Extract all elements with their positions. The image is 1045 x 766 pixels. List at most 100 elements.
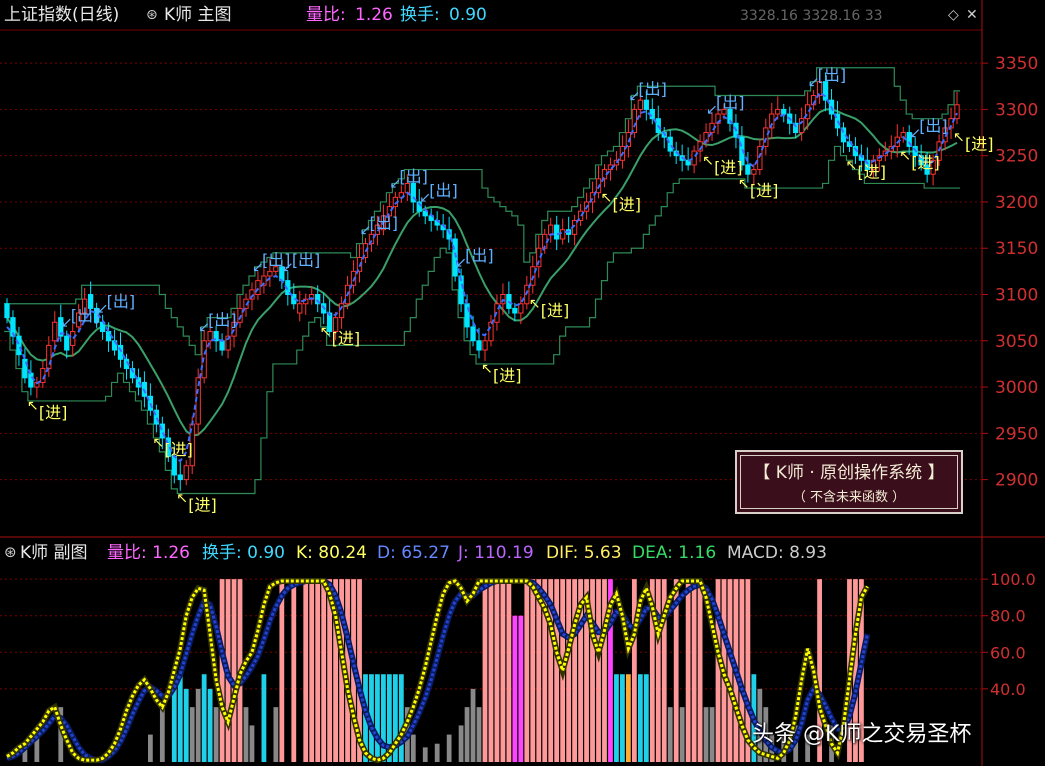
sub-bar xyxy=(643,674,649,762)
buy-arrow-icon: ↖ xyxy=(320,324,332,340)
sub-bar xyxy=(614,674,619,762)
candle-body xyxy=(267,270,273,277)
sub-bar xyxy=(279,579,285,762)
sub-bar xyxy=(691,579,697,762)
candle-body xyxy=(476,340,482,351)
buy-signal-label: [进] xyxy=(39,403,67,422)
candle-body xyxy=(691,150,697,166)
candle-body xyxy=(643,99,649,110)
sub-bar xyxy=(572,579,578,762)
candle-body xyxy=(64,335,70,351)
candle-body xyxy=(183,465,189,481)
buy-signal-label: [进] xyxy=(714,158,743,177)
buy-signal-label: [进] xyxy=(965,135,994,154)
sell-signal-label: [出] xyxy=(638,79,667,98)
sub-tick-label: 60.0 xyxy=(990,643,1026,662)
price-readout: 3328.16 3328.16 33 xyxy=(740,8,883,24)
close-icon[interactable]: ✕ xyxy=(966,7,978,23)
sub-indicator-name: K师 副图 xyxy=(20,543,88,563)
sub-bar xyxy=(620,674,625,762)
macd-value: MACD: 8.93 xyxy=(727,543,827,563)
brand-box: 【 K师 · 原创操作系统 】 （ 不含未来函数 ） xyxy=(735,450,963,514)
buy-arrow-icon: ↖ xyxy=(600,190,612,206)
buy-arrow-icon: ↖ xyxy=(529,296,541,312)
sell-signal-label: [出] xyxy=(107,292,135,311)
buy-signal-label: [进] xyxy=(612,195,641,214)
sub-bar xyxy=(261,674,267,762)
channel-upper xyxy=(4,67,960,356)
sub-toggle-icon[interactable]: ⊛ xyxy=(4,543,17,561)
candle-body xyxy=(470,326,476,342)
dif-value: DIF: 5.63 xyxy=(546,543,622,563)
sub-bar xyxy=(631,579,637,762)
indicator-toggle-icon[interactable]: ⊛ xyxy=(146,7,158,23)
buy-arrow-icon: ↖ xyxy=(176,491,188,507)
sub-bar xyxy=(303,579,309,762)
buy-arrow-icon: ↖ xyxy=(845,157,857,173)
sub-bar xyxy=(291,579,297,762)
sub-bar xyxy=(422,747,428,762)
sub-bar xyxy=(727,579,733,762)
sub-bar xyxy=(554,579,560,762)
sell-signal-label: [出] xyxy=(919,116,948,135)
sub-bar xyxy=(159,707,165,762)
main-tick-label: 3200 xyxy=(995,193,1038,213)
candle-body xyxy=(554,224,560,240)
sell-signal-label: [出] xyxy=(71,306,100,325)
sub-bar xyxy=(637,674,643,762)
candle-body xyxy=(954,104,960,120)
main-indicator-name: K师 主图 xyxy=(164,5,232,25)
sub-bar xyxy=(596,579,601,762)
d-value: D: 65.27 xyxy=(377,543,450,563)
candle-body xyxy=(649,108,655,120)
sub-bar xyxy=(147,734,153,762)
candle-body xyxy=(512,307,518,314)
sub-bar xyxy=(506,579,512,762)
candle-body xyxy=(560,229,566,240)
main-tick-label: 3050 xyxy=(995,332,1038,352)
candle-body xyxy=(4,303,10,319)
candle-body xyxy=(631,108,638,134)
main-tick-label: 3300 xyxy=(995,100,1038,120)
sub-tick-label: 40.0 xyxy=(990,680,1026,699)
turnover-value: 0.90 xyxy=(449,5,487,25)
sub-bar xyxy=(398,674,404,762)
sub-bar xyxy=(315,579,321,762)
sub-bar xyxy=(464,707,470,762)
buy-arrow-icon: ↖ xyxy=(738,176,750,192)
candle-body xyxy=(105,331,112,342)
main-tick-label: 3250 xyxy=(995,147,1038,167)
sub-bar xyxy=(685,579,691,762)
sell-signal-label: [出] xyxy=(369,214,398,233)
chart-canvas: ↙[出]↙[出]↙[出]↙[出]↙[出]↙[出]↙[出]↙[出]↙[出]↙[出]… xyxy=(0,0,1045,766)
turnover-label: 换手: xyxy=(400,5,440,25)
sub-bar xyxy=(249,725,255,762)
sub-bar xyxy=(518,615,524,762)
candle-body xyxy=(28,372,34,388)
sell-signal-label: [出] xyxy=(208,311,237,330)
main-tick-label: 3100 xyxy=(995,286,1038,306)
sell-signal-label: [出] xyxy=(429,181,458,200)
candle-body xyxy=(52,321,58,342)
diamond-icon[interactable]: ◇ xyxy=(948,7,959,23)
buy-arrow-icon: ↖ xyxy=(953,130,965,146)
buy-arrow-icon: ↖ xyxy=(152,435,164,451)
main-y-ticks: 2900 2950 3000 3050 3100 3150 3200 3250 3300 3350 xyxy=(982,54,1038,491)
sub-tick-label: 80.0 xyxy=(990,607,1026,626)
sub-bar xyxy=(482,579,488,762)
sub-bar xyxy=(566,579,572,762)
buy-signal-label: [进] xyxy=(750,181,779,200)
brand-subtitle: （ 不含未来函数 ） xyxy=(792,490,906,505)
k-value: K: 80.24 xyxy=(296,543,367,563)
sub-bar xyxy=(667,707,673,762)
candle-body xyxy=(667,136,673,152)
sub-bar xyxy=(512,615,518,762)
sub-bar xyxy=(273,707,279,762)
candle-body xyxy=(171,455,177,476)
sub-bar xyxy=(231,579,237,762)
candle-body xyxy=(255,280,261,296)
candle-body xyxy=(16,335,22,356)
main-tick-label: 2900 xyxy=(995,471,1038,491)
buy-arrow-icon: ↖ xyxy=(27,398,39,414)
dea-value: DEA: 1.16 xyxy=(632,543,716,563)
